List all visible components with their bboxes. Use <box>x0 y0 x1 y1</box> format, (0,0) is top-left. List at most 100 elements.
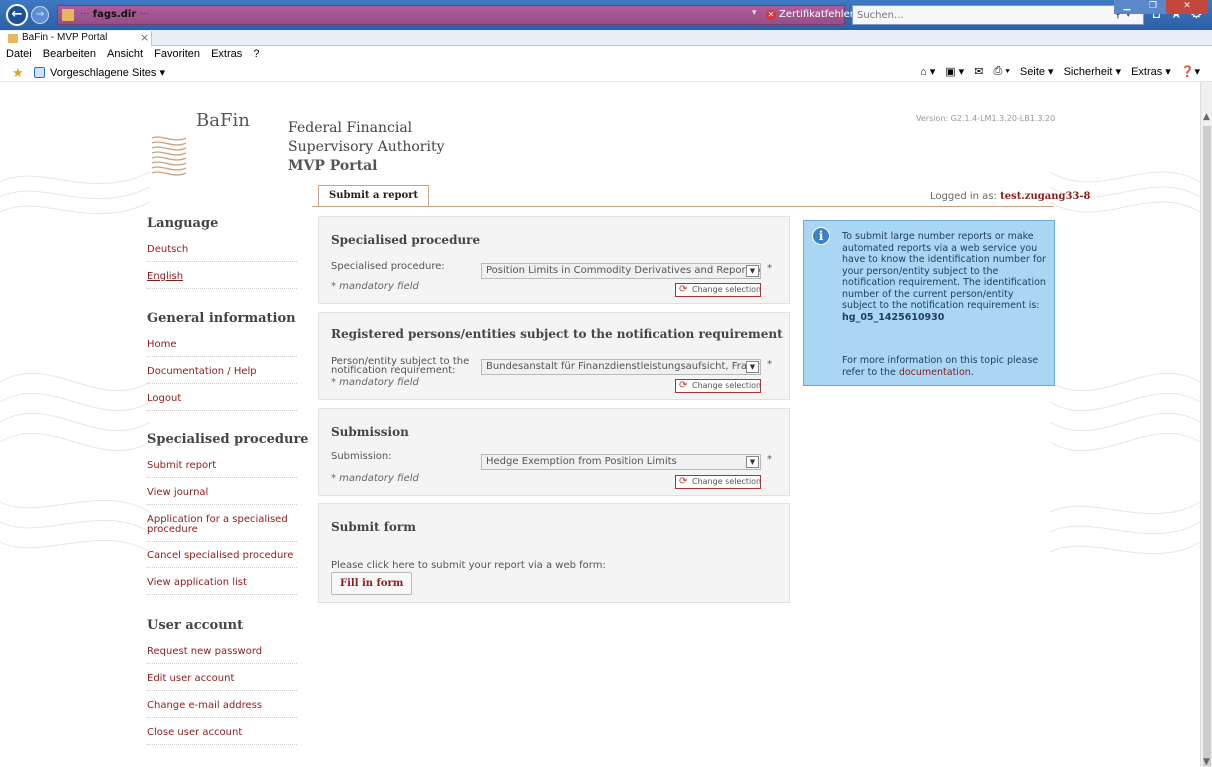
suggested-sites-icon <box>34 67 45 78</box>
change-selection-label: Change selection <box>692 381 762 390</box>
info-description: To submit large number reports or make a… <box>842 231 1046 311</box>
scroll-up-icon[interactable]: ▲ <box>1203 112 1210 122</box>
panel-specialised-procedure: Specialised procedure Specialised proced… <box>318 216 790 304</box>
favorites-bar: ★ Vorgeschlagene Sites ▾ ⌂ ▾ ▣ ▾ ✉ ⎙ ▾ S… <box>0 63 1212 82</box>
search-input[interactable] <box>853 6 1093 24</box>
change-selection-button[interactable]: ⟳ Change selection <box>675 475 761 489</box>
url-domain: fags.dir <box>92 9 137 20</box>
tab-close-icon[interactable]: × <box>140 31 149 44</box>
sidebar-item-home[interactable]: Home <box>147 339 297 357</box>
procedure-select[interactable]: Position Limits in Commodity Derivatives… <box>481 263 761 279</box>
address-dropdown-icon[interactable]: ▾ <box>752 8 757 18</box>
org-name-line2: Supervisory Authority <box>288 139 445 155</box>
page-scrollbar[interactable]: ▲ ▼ <box>1200 82 1212 767</box>
sidebar-item-view-journal[interactable]: View journal <box>147 487 297 505</box>
menu-favoriten[interactable]: Favoriten <box>154 47 200 62</box>
chevron-down-icon[interactable]: ▼ <box>746 265 759 277</box>
submission-select[interactable]: Hedge Exemption from Position Limits ▼ <box>481 454 761 470</box>
menu-bearbeiten[interactable]: Bearbeiten <box>43 47 96 62</box>
decorative-waves-right <box>1050 171 1200 555</box>
chevron-down-icon[interactable]: ▼ <box>746 456 759 468</box>
address-bar[interactable]: ··· fags.dir ··· ▾ ✕Zertifikatfehler ↻ <box>57 5 884 25</box>
menu-extras[interactable]: Extras <box>211 47 242 62</box>
sidebar-heading-language: Language <box>147 216 219 231</box>
browser-tabbar: BaFin - MVP Portal × <box>0 30 1212 46</box>
panel-submission: Submission Submission: Hedge Exemption f… <box>318 408 790 496</box>
sidebar-item-submit-report[interactable]: Submit report <box>147 460 297 478</box>
mandatory-note: * mandatory field <box>331 377 419 388</box>
refresh-icon: ⟳ <box>679 380 688 391</box>
close-window-button[interactable]: ✕ <box>1166 0 1208 14</box>
sidebar-item-request-password[interactable]: Request new password <box>147 646 297 664</box>
help-icon[interactable]: ❓▾ <box>1181 65 1200 78</box>
tab-title: BaFin - MVP Portal <box>22 32 108 43</box>
search-box[interactable]: ⚲ ▾ <box>852 5 1144 25</box>
entity-select-value: Bundesanstalt für Finanzdienstleistungsa… <box>486 361 761 372</box>
sidebar-item-application[interactable]: Application for a specialised procedure <box>147 515 297 542</box>
panel-title: Submission <box>331 425 409 439</box>
mail-icon[interactable]: ✉ <box>974 65 983 78</box>
menu-ansicht[interactable]: Ansicht <box>107 47 143 62</box>
print-icon[interactable]: ⎙ ▾ <box>993 65 1009 78</box>
address-url[interactable]: ··· fags.dir ··· <box>80 9 149 20</box>
chevron-down-icon[interactable]: ▼ <box>746 361 759 373</box>
field-label-line2: notification requirement: <box>331 365 456 376</box>
logged-in-info: Logged in as: test.zugang33-8 <box>930 191 1091 202</box>
org-name-line1: Federal Financial <box>288 120 413 136</box>
required-marker: * <box>767 454 772 465</box>
browser-tab[interactable]: BaFin - MVP Portal × <box>0 31 152 46</box>
panel-submit-form: Submit form Please click here to submit … <box>318 503 790 603</box>
fill-in-form-button[interactable]: Fill in form <box>331 572 413 595</box>
change-selection-label: Change selection <box>692 285 762 294</box>
page-menu[interactable]: Seite ▾ <box>1020 65 1054 78</box>
sidebar-item-close-account[interactable]: Close user account <box>147 727 297 745</box>
change-selection-button[interactable]: ⟳ Change selection <box>675 379 761 393</box>
required-marker: * <box>767 359 772 370</box>
menu-help[interactable]: ? <box>253 47 259 62</box>
sidebar-item-cancel-procedure[interactable]: Cancel specialised procedure <box>147 550 297 568</box>
menu-bar: Datei Bearbeiten Ansicht Favoriten Extra… <box>0 47 1212 63</box>
forward-arrow-icon[interactable]: → <box>31 6 49 24</box>
scroll-thumb[interactable] <box>1203 126 1211 766</box>
panel-title: Submit form <box>331 520 416 534</box>
sidebar-item-edit-account[interactable]: Edit user account <box>147 673 297 691</box>
window-controls: ▁ ❐ ✕ <box>1114 0 1208 14</box>
extras-menu[interactable]: Extras ▾ <box>1131 65 1171 78</box>
sidebar-item-english-label: English <box>147 271 184 282</box>
info-box: i To submit large number reports or make… <box>803 220 1055 386</box>
minimize-button[interactable]: ▁ <box>1114 0 1140 14</box>
refresh-icon: ⟳ <box>679 284 688 295</box>
sidebar-item-change-email[interactable]: Change e-mail address <box>147 700 297 718</box>
scroll-down-icon[interactable]: ▼ <box>1203 757 1210 767</box>
documentation-link[interactable]: documentation <box>899 367 971 378</box>
info-more-suffix: . <box>970 366 974 378</box>
sidebar-heading-general: General information <box>147 311 296 326</box>
home-page-icon[interactable]: ⌂ ▾ <box>920 65 935 78</box>
page-favicon-icon <box>62 9 74 21</box>
sidebar-item-application-list[interactable]: View application list <box>147 577 297 595</box>
sidebar-item-deutsch[interactable]: Deutsch <box>147 244 297 262</box>
maximize-button[interactable]: ❐ <box>1140 0 1166 14</box>
feeds-icon[interactable]: ▣ ▾ <box>945 65 964 78</box>
back-arrow-icon[interactable]: ← <box>6 4 28 26</box>
sidebar-item-documentation[interactable]: Documentation / Help <box>147 366 297 384</box>
add-favorite-icon[interactable]: ★ <box>12 65 24 81</box>
tab-submit-report[interactable]: Submit a report <box>318 185 430 207</box>
panel-registered-persons: Registered persons/entities subject to t… <box>318 312 790 400</box>
menu-datei[interactable]: Datei <box>6 47 32 62</box>
decorative-waves-left <box>0 171 150 553</box>
certificate-error[interactable]: ✕ Zertifikatfehler <box>766 9 854 20</box>
sidebar-item-logout[interactable]: Logout <box>147 393 297 411</box>
sidebar-heading-procedure: Specialised procedure <box>147 432 309 447</box>
suggested-sites-link[interactable]: Vorgeschlagene Sites ▾ <box>50 66 165 79</box>
procedure-select-value: Position Limits in Commodity Derivatives… <box>486 265 761 276</box>
page-content: BaFin Federal Financial Supervisory Auth… <box>0 82 1200 767</box>
submit-form-description: Please click here to submit your report … <box>331 560 606 571</box>
entity-select[interactable]: Bundesanstalt für Finanzdienstleistungsa… <box>481 359 761 375</box>
change-selection-label: Change selection <box>692 477 762 486</box>
security-menu[interactable]: Sicherheit ▾ <box>1064 65 1122 78</box>
change-selection-button[interactable]: ⟳ Change selection <box>675 283 761 297</box>
sidebar-item-english[interactable]: English <box>147 271 297 289</box>
panel-title: Specialised procedure <box>331 233 481 247</box>
logged-in-label: Logged in as: <box>930 191 997 202</box>
